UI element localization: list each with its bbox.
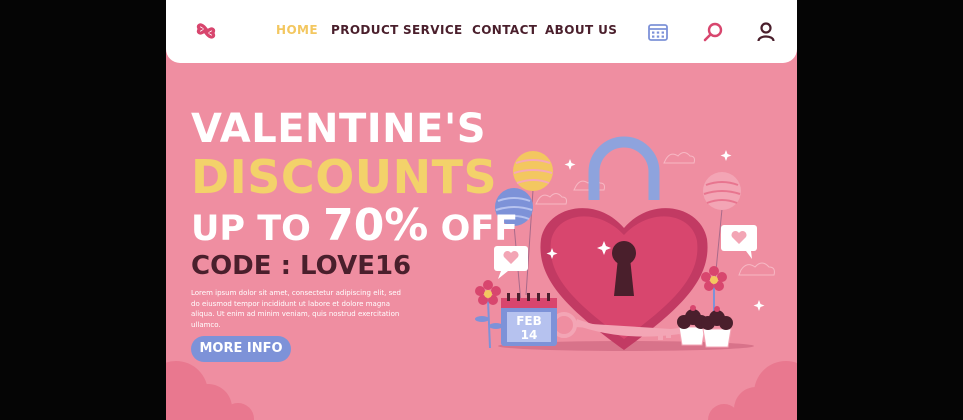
cupcake <box>701 306 733 348</box>
lock-shackle <box>588 136 660 200</box>
more-info-button[interactable]: MORE INFO <box>191 336 291 362</box>
right-letterbox <box>797 0 963 420</box>
headline-discounts: DISCOUNTS <box>191 150 498 204</box>
nav-about-us[interactable]: ABOUT US <box>545 23 617 37</box>
top-navbar: HOME PRODUCT SERVICE CONTACT ABOUT US <box>166 0 797 63</box>
clover-hearts-logo[interactable] <box>188 13 224 49</box>
user-icon[interactable] <box>754 20 778 44</box>
calendar-day: 14 <box>521 328 538 342</box>
hero-description: Lorem ipsum dolor sit amet, consectetur … <box>191 289 401 329</box>
nav-service[interactable]: SERVICE <box>403 23 463 37</box>
landing-page: HOME PRODUCT SERVICE CONTACT ABOUT US FE… <box>166 0 797 420</box>
nav-home[interactable]: HOME <box>276 23 318 37</box>
left-letterbox <box>0 0 166 420</box>
offer-percent: 70% <box>323 200 429 251</box>
calendar-month: FEB <box>516 314 542 328</box>
nav-contact[interactable]: CONTACT <box>472 23 537 37</box>
bottom-clouds <box>166 361 797 420</box>
calendar-icon[interactable] <box>646 20 670 44</box>
nav-product[interactable]: PRODUCT <box>331 23 399 37</box>
cloud-outline <box>738 262 775 276</box>
cloud-outline <box>663 152 695 164</box>
cloud-outline <box>535 193 567 205</box>
search-icon[interactable] <box>701 20 725 44</box>
heart-chat-bubble <box>721 225 757 259</box>
promo-code: CODE : LOVE16 <box>191 251 412 281</box>
offer-suffix: OFF <box>440 209 519 249</box>
offer-prefix: UP TO <box>191 209 311 249</box>
headline-valentines: VALENTINE'S <box>191 106 487 152</box>
flower-left <box>475 280 503 349</box>
headline-offer: UP TO 70% OFF <box>191 200 518 251</box>
